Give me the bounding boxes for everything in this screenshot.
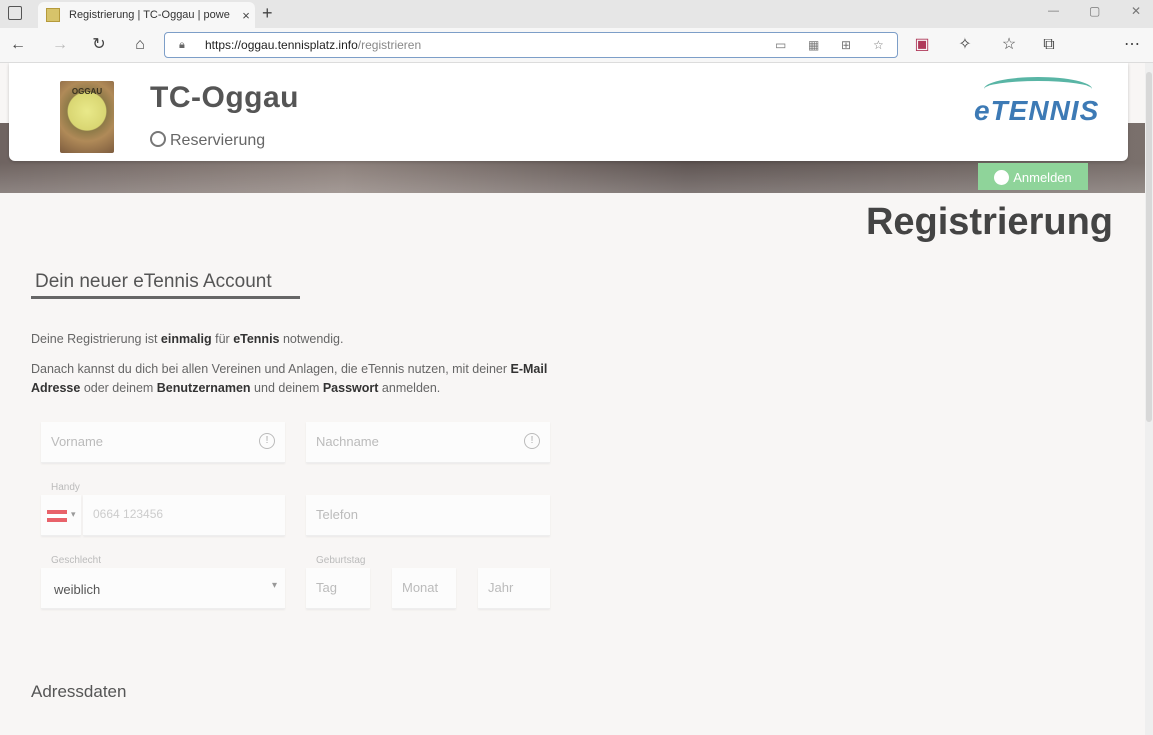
- geschlecht-select[interactable]: weiblich ▾: [41, 568, 285, 609]
- user-circle-icon: [994, 170, 1010, 185]
- geschlecht-value: weiblich: [54, 582, 101, 597]
- chevron-down-icon: ▾: [271, 580, 277, 591]
- browser-tab-bar: Registrierung | TC-Oggau | powe × + — ▢ …: [0, 0, 1153, 28]
- nachname-placeholder: Nachname: [316, 434, 379, 449]
- refresh-icon[interactable]: ↻: [89, 37, 109, 53]
- etennis-logo[interactable]: eTENNIS: [974, 95, 1099, 127]
- telefon-placeholder: Telefon: [316, 507, 358, 522]
- extensions-puzzle-icon[interactable]: ✧: [955, 37, 975, 53]
- handy-label: Handy: [51, 482, 80, 493]
- info-icon: !: [524, 433, 540, 449]
- reservation-link[interactable]: Reservierung: [150, 131, 265, 150]
- page-title: Registrierung: [865, 201, 1113, 243]
- qr-code-icon[interactable]: ▦: [808, 33, 819, 57]
- reservation-label: Reservierung: [170, 132, 266, 149]
- club-logo[interactable]: OGGAU: [60, 81, 114, 153]
- jahr-input[interactable]: Jahr: [478, 568, 550, 609]
- intro-paragraph-1: Deine Registrierung ist einmalig für eTe…: [31, 332, 344, 346]
- favicon-icon: [46, 8, 60, 22]
- read-aloud-icon[interactable]: ▭: [775, 33, 786, 57]
- site-header: OGGAU TC-Oggau Reservierung eTENNIS: [9, 63, 1128, 161]
- collections-icon[interactable]: ⧉: [1039, 37, 1059, 53]
- back-icon[interactable]: ←: [8, 37, 28, 53]
- handy-placeholder: 0664 123456: [93, 507, 164, 521]
- vorname-field[interactable]: Vorname !: [41, 422, 285, 463]
- intro-paragraph-2: Danach kannst du dich bei allen Vereinen…: [31, 362, 548, 395]
- vorname-placeholder: Vorname: [51, 434, 104, 449]
- browser-tab[interactable]: Registrierung | TC-Oggau | powe ×: [38, 2, 255, 28]
- nachname-field[interactable]: Nachname !: [306, 422, 550, 463]
- telefon-field[interactable]: Telefon: [306, 495, 550, 536]
- austria-flag-icon: [47, 510, 67, 522]
- minimize-button[interactable]: —: [1048, 5, 1059, 17]
- monat-input[interactable]: Monat: [392, 568, 456, 609]
- info-icon: !: [259, 433, 275, 449]
- home-icon[interactable]: ⌂: [130, 37, 150, 53]
- more-menu-icon[interactable]: ⋯: [1122, 37, 1142, 53]
- address-bar[interactable]: 🔒︎ https://oggau.tennisplatz.info/regist…: [164, 32, 898, 58]
- add-favorite-icon[interactable]: ☆: [873, 33, 884, 57]
- monat-placeholder: Monat: [402, 580, 439, 595]
- maximize-button[interactable]: ▢: [1089, 4, 1100, 18]
- login-button[interactable]: Anmelden: [978, 163, 1088, 190]
- geschlecht-label: Geschlecht: [51, 555, 102, 566]
- section-underline: [31, 296, 300, 299]
- jahr-placeholder: Jahr: [488, 580, 514, 595]
- geburtstag-label: Geburtstag: [316, 555, 366, 566]
- login-label: Anmelden: [1013, 170, 1072, 185]
- chevron-down-icon: ▾: [71, 509, 76, 519]
- club-name: TC-Oggau: [150, 81, 299, 114]
- tag-input[interactable]: Tag: [306, 568, 370, 609]
- tab-title: Registrierung | TC-Oggau | powe: [69, 9, 230, 21]
- address-section-title: Adressdaten: [31, 682, 127, 701]
- tag-placeholder: Tag: [316, 580, 337, 595]
- tab-actions-icon[interactable]: [8, 6, 22, 20]
- scrollbar-thumb[interactable]: [1146, 72, 1152, 422]
- handy-input[interactable]: 0664 123456: [83, 495, 285, 536]
- clock-icon: [150, 131, 166, 147]
- account-section-title: Dein neuer eTennis Account: [35, 271, 272, 292]
- tab-close-icon[interactable]: ×: [237, 8, 255, 23]
- extension-icon[interactable]: ▣: [912, 37, 932, 53]
- address-url: https://oggau.tennisplatz.info/registrie…: [205, 38, 422, 52]
- forward-icon[interactable]: →: [50, 37, 70, 53]
- club-logo-text: OGGAU: [71, 87, 103, 96]
- web-page: OGGAU TC-Oggau Reservierung eTENNIS Anme…: [0, 63, 1145, 735]
- lock-icon: 🔒︎: [179, 39, 185, 51]
- new-tab-button[interactable]: +: [262, 3, 273, 24]
- close-window-button[interactable]: ✕: [1131, 4, 1141, 18]
- app-available-icon[interactable]: ⊞: [841, 33, 851, 57]
- favorites-icon[interactable]: ☆: [999, 37, 1019, 53]
